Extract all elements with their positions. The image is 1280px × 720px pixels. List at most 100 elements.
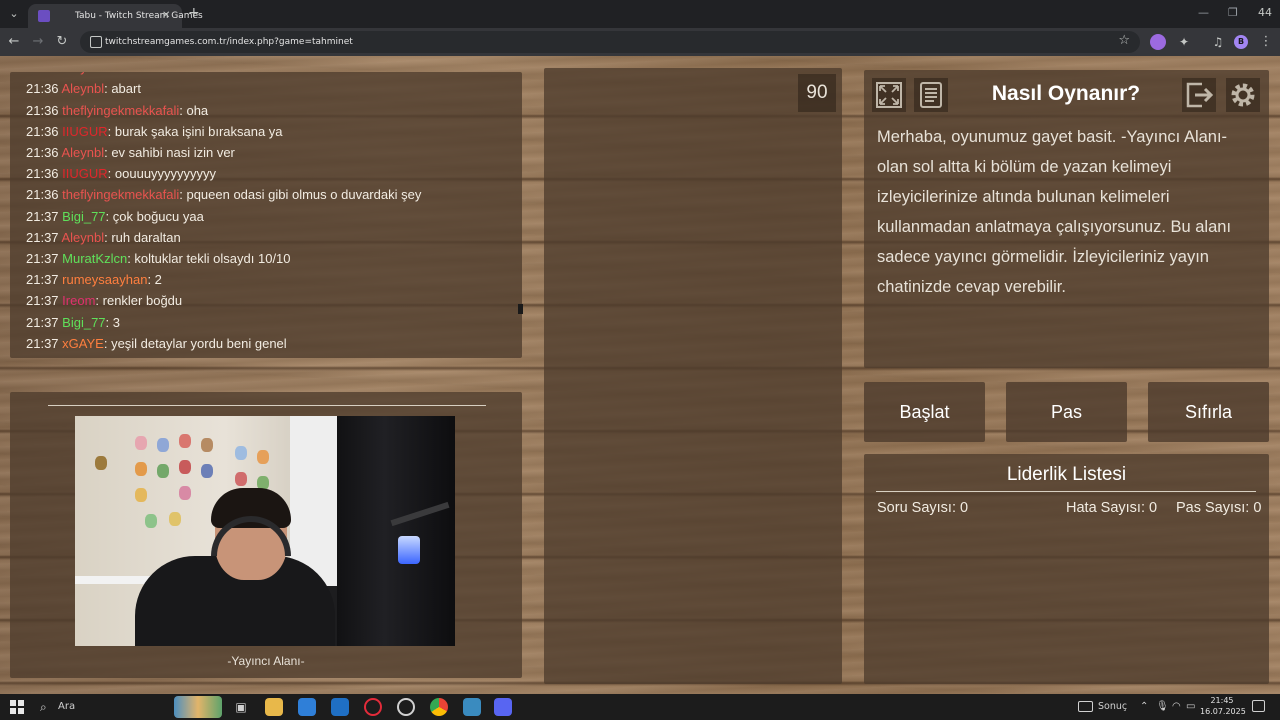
chat-timestamp: 21:36 bbox=[26, 72, 59, 75]
store-app-icon[interactable] bbox=[298, 698, 316, 716]
sticker-icon bbox=[145, 514, 157, 528]
site-info-icon[interactable] bbox=[90, 36, 102, 48]
chat-message: 21:37 Ireom: renkler boğdu bbox=[26, 290, 516, 311]
chat-username[interactable]: Aleynbl bbox=[61, 145, 104, 160]
chat-text: : ev sahibi nasi izin ver bbox=[104, 144, 235, 160]
battery-icon[interactable]: ▭ bbox=[1186, 698, 1195, 716]
news-icon[interactable] bbox=[1078, 701, 1093, 712]
chat-username[interactable]: Aleynbl bbox=[61, 230, 104, 245]
chat-text: : pqueen odasi gibi olmus o duvardaki şe… bbox=[179, 187, 422, 203]
streamer-area-label: -Yayıncı Alanı- bbox=[227, 654, 305, 668]
chat-message: 21:37 Aleynbl: ruh daraltan bbox=[26, 227, 516, 248]
search-icon[interactable]: ⌕ bbox=[40, 698, 47, 716]
game-page: 21:36 Aleynbl: eksik21:36 Aleynbl: abart… bbox=[0, 56, 1280, 694]
minimize-icon[interactable]: — bbox=[1198, 6, 1209, 20]
address-bar[interactable]: twitchstreamgames.com.tr/index.php?game=… bbox=[80, 31, 1140, 53]
forward-arrow-icon[interactable]: → bbox=[30, 34, 46, 50]
discord-icon[interactable] bbox=[494, 698, 512, 716]
file-explorer-icon[interactable] bbox=[265, 698, 283, 716]
question-count: Soru Sayısı: 0 bbox=[877, 500, 969, 516]
tab-favicon-icon bbox=[38, 10, 50, 22]
pass-button[interactable]: Pas bbox=[1006, 382, 1127, 442]
chat-username[interactable]: MuratKzlcn bbox=[62, 251, 127, 266]
clock-time[interactable]: 21:45 bbox=[1200, 696, 1244, 706]
sticker-icon bbox=[157, 464, 169, 478]
windows-start-icon[interactable] bbox=[10, 700, 24, 714]
browser-tab[interactable]: Tabu - Twitch Stream Games ✕ bbox=[28, 4, 203, 28]
tab-close-icon[interactable]: ✕ bbox=[162, 8, 170, 24]
restore-icon[interactable]: ❐ bbox=[1228, 6, 1238, 20]
sticker-icon bbox=[135, 462, 147, 476]
chrome-icon[interactable] bbox=[430, 698, 448, 716]
chat-message: 21:37 xGAYE: yeşil detaylar yordu beni g… bbox=[26, 333, 516, 354]
chat-text: : çok boğucu yaa bbox=[105, 208, 204, 224]
chat-text: : oouuuyyyyyyyyyy bbox=[107, 166, 217, 182]
chat-panel: 21:36 Aleynbl: eksik21:36 Aleynbl: abart… bbox=[10, 72, 522, 358]
chat-username[interactable]: rumeysaayhan bbox=[62, 272, 147, 287]
close-window-label[interactable]: 44 bbox=[1258, 6, 1272, 20]
chat-username[interactable]: Bigi_77 bbox=[62, 209, 105, 224]
bookmark-star-icon[interactable]: ☆ bbox=[1118, 33, 1130, 49]
chat-username[interactable]: Aleynbl bbox=[61, 81, 104, 96]
chat-text: : 3 bbox=[105, 314, 121, 330]
chat-message: 21:37 Bigi_77: 3 bbox=[26, 312, 516, 333]
fullscreen-icon[interactable] bbox=[872, 78, 906, 112]
start-button[interactable]: Başlat bbox=[864, 382, 985, 442]
chat-message-list: 21:36 Aleynbl: eksik21:36 Aleynbl: abart… bbox=[26, 72, 516, 354]
chat-username[interactable]: IIUGUR bbox=[62, 166, 108, 181]
clock-date[interactable]: 16.07.2025 bbox=[1200, 707, 1246, 717]
settings-gear-icon[interactable] bbox=[1226, 78, 1260, 112]
scroll-handle[interactable] bbox=[518, 304, 523, 314]
app-launcher-icon[interactable] bbox=[463, 698, 481, 716]
microphone-icon[interactable]: 🎙︎ bbox=[1156, 698, 1169, 716]
chat-username[interactable]: Ireom bbox=[62, 293, 95, 308]
how-to-play-header: Nasıl Oynanır? bbox=[864, 70, 1269, 120]
chat-username[interactable]: theflyingekmekkafali bbox=[62, 187, 179, 202]
error-count: Hata Sayısı: 0 bbox=[1066, 500, 1158, 516]
wifi-icon[interactable]: ◠ bbox=[1172, 698, 1181, 716]
profile-avatar[interactable]: B bbox=[1234, 35, 1248, 49]
sticker-icon bbox=[169, 512, 181, 526]
leaderboard-panel: Liderlik Listesi Soru Sayısı: 0 Hata Say… bbox=[864, 454, 1269, 684]
chat-message: 21:36 IIUGUR: burak şaka işini bıraksana… bbox=[26, 121, 516, 142]
chat-text: : burak şaka işini bıraksana ya bbox=[107, 123, 283, 139]
word-card-panel: 90 bbox=[544, 68, 842, 684]
browser-menu-icon[interactable]: ⋮ bbox=[1258, 34, 1274, 50]
chat-username[interactable]: Bigi_77 bbox=[62, 315, 105, 330]
chat-timestamp: 21:37 bbox=[26, 335, 59, 351]
sticker-icon bbox=[257, 450, 269, 464]
tray-chevron-icon[interactable]: ⌃ bbox=[1140, 698, 1148, 716]
back-arrow-icon[interactable]: ← bbox=[6, 34, 22, 50]
taskbar-search-label[interactable]: Ara bbox=[58, 698, 75, 716]
chat-username[interactable]: IIUGUR bbox=[62, 124, 108, 139]
taskbar-news-label[interactable]: Sonuç bbox=[1098, 698, 1127, 716]
tab-search-chevron-icon[interactable]: ⌄ bbox=[6, 6, 22, 22]
sticker-icon bbox=[179, 486, 191, 500]
taskbar-widget-thumbnail[interactable] bbox=[174, 696, 222, 718]
leaderboard-title: Liderlik Listesi bbox=[1006, 464, 1127, 485]
reset-button[interactable]: Sıfırla bbox=[1148, 382, 1269, 442]
chat-username[interactable]: xGAYE bbox=[62, 336, 104, 351]
extensions-puzzle-icon[interactable]: ✦ bbox=[1176, 34, 1192, 50]
media-controls-icon[interactable]: ♫ bbox=[1210, 34, 1226, 50]
opera-icon[interactable] bbox=[364, 698, 382, 716]
chat-timestamp: 21:37 bbox=[26, 250, 59, 266]
twitch-extension-icon[interactable] bbox=[1150, 34, 1166, 50]
notifications-icon[interactable] bbox=[1252, 700, 1265, 712]
sticker-icon bbox=[201, 464, 213, 478]
chat-username[interactable]: theflyingekmekkafali bbox=[62, 103, 179, 118]
outlook-icon[interactable] bbox=[331, 698, 349, 716]
task-view-icon[interactable]: ▣ bbox=[232, 698, 250, 716]
chat-timestamp: 21:36 bbox=[26, 187, 59, 203]
new-tab-icon[interactable]: + bbox=[188, 6, 200, 20]
chat-username[interactable]: Aleynbl bbox=[61, 72, 104, 75]
rules-document-icon[interactable] bbox=[914, 78, 948, 112]
url-text[interactable]: twitchstreamgames.com.tr/index.php?game=… bbox=[105, 34, 353, 50]
logout-icon[interactable] bbox=[1182, 78, 1216, 112]
how-to-play-panel: Nasıl Oynanır? Merhaba, oyunumuz gayet b… bbox=[864, 70, 1269, 368]
obs-icon[interactable] bbox=[397, 698, 415, 716]
sticker-icon bbox=[157, 438, 169, 452]
chat-message: 21:36 theflyingekmekkafali: oha bbox=[26, 100, 516, 121]
chat-text: : koltuklar tekli olsaydı 10/10 bbox=[127, 250, 291, 266]
reload-icon[interactable]: ↻ bbox=[54, 34, 70, 50]
